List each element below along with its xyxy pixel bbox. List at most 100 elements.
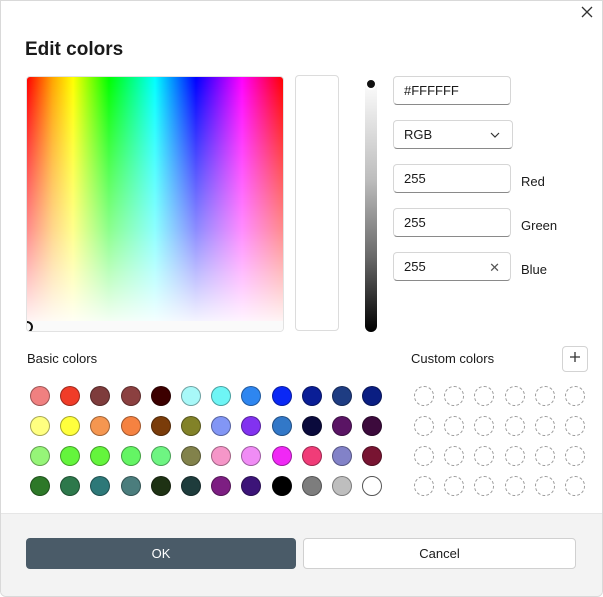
basic-color-swatch[interactable] xyxy=(60,386,81,406)
basic-color-swatch[interactable] xyxy=(90,446,111,466)
blue-input-field[interactable]: ✕ xyxy=(393,252,511,281)
clear-icon[interactable]: ✕ xyxy=(489,260,500,276)
basic-color-swatch[interactable] xyxy=(150,386,171,406)
red-input[interactable] xyxy=(404,171,484,186)
dialog-title: Edit colors xyxy=(25,39,124,60)
basic-color-swatch[interactable] xyxy=(301,416,322,436)
brightness-slider[interactable] xyxy=(365,78,377,332)
add-custom-color-button[interactable] xyxy=(562,346,588,372)
basic-color-swatch[interactable] xyxy=(30,446,50,466)
custom-colors-label: Custom colors xyxy=(411,351,495,366)
custom-color-slot[interactable] xyxy=(474,476,495,496)
basic-color-swatch[interactable] xyxy=(90,476,111,496)
brightness-slider-thumb[interactable] xyxy=(365,78,377,90)
basic-color-swatch[interactable] xyxy=(150,446,171,466)
basic-color-swatch[interactable] xyxy=(362,386,383,406)
custom-color-slot[interactable] xyxy=(504,416,525,436)
basic-color-swatch[interactable] xyxy=(271,386,292,406)
basic-color-swatch[interactable] xyxy=(150,476,171,496)
basic-color-swatch[interactable] xyxy=(332,416,352,436)
basic-color-swatch[interactable] xyxy=(301,476,322,496)
basic-color-swatch[interactable] xyxy=(120,476,141,496)
spectrum-picker-handle[interactable] xyxy=(27,321,33,331)
green-input-field[interactable] xyxy=(393,208,511,237)
custom-color-slot[interactable] xyxy=(534,446,555,466)
custom-color-slot[interactable] xyxy=(565,446,585,466)
hex-input[interactable] xyxy=(404,83,484,98)
basic-color-swatch[interactable] xyxy=(30,386,50,406)
basic-color-swatch[interactable] xyxy=(241,416,262,436)
custom-color-slot[interactable] xyxy=(565,476,585,496)
custom-color-slot[interactable] xyxy=(534,476,555,496)
basic-color-swatch[interactable] xyxy=(241,446,262,466)
hex-input-field[interactable] xyxy=(393,76,511,105)
basic-color-swatch[interactable] xyxy=(60,476,81,496)
dialog-footer: OK Cancel xyxy=(1,513,602,596)
custom-color-slot[interactable] xyxy=(414,446,434,466)
basic-color-swatch[interactable] xyxy=(332,476,352,496)
custom-color-slot[interactable] xyxy=(474,446,495,466)
basic-color-swatch[interactable] xyxy=(271,416,292,436)
basic-color-swatch[interactable] xyxy=(362,446,383,466)
red-label: Red xyxy=(521,174,545,189)
basic-color-swatch[interactable] xyxy=(181,416,201,436)
custom-color-slot[interactable] xyxy=(444,386,465,406)
color-mode-select[interactable]: RGB xyxy=(393,120,513,149)
color-spectrum[interactable] xyxy=(26,76,284,332)
close-icon xyxy=(581,5,593,23)
cancel-button[interactable]: Cancel xyxy=(303,538,576,569)
custom-color-slot[interactable] xyxy=(414,386,434,406)
basic-color-swatch[interactable] xyxy=(60,416,81,436)
custom-color-slot[interactable] xyxy=(504,446,525,466)
basic-color-swatch[interactable] xyxy=(90,416,111,436)
custom-color-slot[interactable] xyxy=(534,416,555,436)
basic-color-swatch[interactable] xyxy=(211,386,232,406)
basic-color-swatch[interactable] xyxy=(211,416,232,436)
basic-color-swatch[interactable] xyxy=(301,446,322,466)
custom-color-slot[interactable] xyxy=(414,476,434,496)
basic-color-swatch[interactable] xyxy=(241,476,262,496)
basic-color-swatch[interactable] xyxy=(362,416,383,436)
custom-color-slot[interactable] xyxy=(474,416,495,436)
basic-color-swatch[interactable] xyxy=(90,386,111,406)
blue-input[interactable] xyxy=(404,259,484,274)
basic-color-swatch[interactable] xyxy=(30,476,50,496)
basic-color-swatch[interactable] xyxy=(271,446,292,466)
edit-colors-dialog: Edit colors RGB Red Green ✕ Blue Basic c… xyxy=(0,0,603,597)
plus-icon xyxy=(569,350,581,368)
custom-color-slot[interactable] xyxy=(474,386,495,406)
custom-color-slot[interactable] xyxy=(534,386,555,406)
basic-colors-label: Basic colors xyxy=(27,351,98,366)
basic-color-swatch[interactable] xyxy=(30,416,50,436)
basic-color-swatch[interactable] xyxy=(211,476,232,496)
color-mode-value: RGB xyxy=(404,127,433,142)
green-label: Green xyxy=(521,218,558,233)
basic-color-swatch[interactable] xyxy=(150,416,171,436)
custom-color-slot[interactable] xyxy=(444,446,465,466)
basic-color-swatch[interactable] xyxy=(120,386,141,406)
basic-color-swatch[interactable] xyxy=(271,476,292,496)
basic-color-swatch[interactable] xyxy=(241,386,262,406)
basic-color-swatch[interactable] xyxy=(181,476,201,496)
red-input-field[interactable] xyxy=(393,164,511,193)
basic-color-swatch[interactable] xyxy=(120,416,141,436)
basic-color-swatch[interactable] xyxy=(60,446,81,466)
basic-color-swatch[interactable] xyxy=(181,446,201,466)
custom-color-slot[interactable] xyxy=(444,476,465,496)
custom-color-slot[interactable] xyxy=(565,416,585,436)
basic-color-swatch[interactable] xyxy=(332,386,352,406)
custom-color-slot[interactable] xyxy=(565,386,585,406)
basic-color-swatch[interactable] xyxy=(181,386,201,406)
ok-button[interactable]: OK xyxy=(26,538,296,569)
basic-color-swatch[interactable] xyxy=(211,446,232,466)
custom-color-slot[interactable] xyxy=(444,416,465,436)
close-button[interactable] xyxy=(572,1,602,27)
custom-color-slot[interactable] xyxy=(504,476,525,496)
custom-color-slot[interactable] xyxy=(504,386,525,406)
basic-color-swatch[interactable] xyxy=(362,476,383,496)
basic-color-swatch[interactable] xyxy=(301,386,322,406)
custom-color-slot[interactable] xyxy=(414,416,434,436)
green-input[interactable] xyxy=(404,215,484,230)
basic-color-swatch[interactable] xyxy=(120,446,141,466)
basic-color-swatch[interactable] xyxy=(332,446,352,466)
